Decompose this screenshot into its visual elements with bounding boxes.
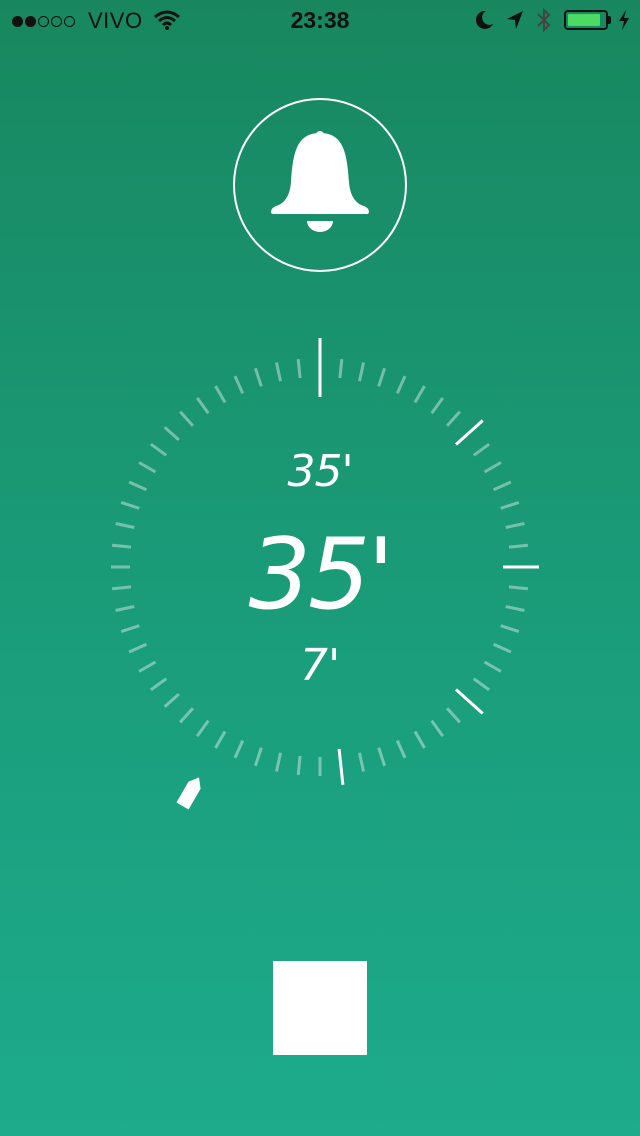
dial-tick: [195, 397, 210, 415]
dial-tick: [179, 410, 195, 427]
boat-icon: [170, 770, 210, 821]
dial-tick: [430, 397, 445, 415]
dial-tick: [163, 426, 180, 442]
dial-tick: [163, 692, 180, 708]
upper-readout: 35': [287, 446, 353, 497]
main-readout: 35': [248, 518, 395, 632]
dial-tick: [395, 375, 407, 395]
dial-tick: [358, 752, 365, 772]
dial-tick: [358, 362, 365, 382]
dial-tick: [430, 719, 445, 737]
dial-tick: [179, 707, 195, 724]
stop-button[interactable]: [273, 961, 367, 1055]
dial-tick: [377, 367, 387, 387]
lower-readout: 7': [299, 640, 341, 691]
dial-tick: [214, 730, 227, 749]
dial-tick: [377, 747, 387, 767]
dial-tick: [445, 410, 461, 427]
dial-tick: [338, 358, 344, 379]
dial-tick: [275, 362, 282, 382]
dial-tick: [296, 755, 302, 776]
dial-tick: [233, 375, 245, 395]
dial-tick: [120, 500, 140, 510]
dial-tick: [445, 707, 461, 724]
dial-tick: [253, 747, 263, 767]
dial-tick: [413, 385, 426, 404]
dial-highlight-tick: [454, 419, 484, 446]
dial-highlight-tick: [454, 688, 484, 715]
dial-tick: [413, 730, 426, 749]
dial-tick: [395, 739, 407, 759]
dial-tick: [275, 752, 282, 772]
dial-tick: [296, 358, 302, 379]
dial-tick: [214, 385, 227, 404]
dial-tick: [195, 719, 210, 737]
dial-highlight-tick: [337, 748, 345, 785]
dial-tick: [253, 367, 263, 387]
dial-tick: [500, 500, 520, 510]
dial-tick: [233, 739, 245, 759]
